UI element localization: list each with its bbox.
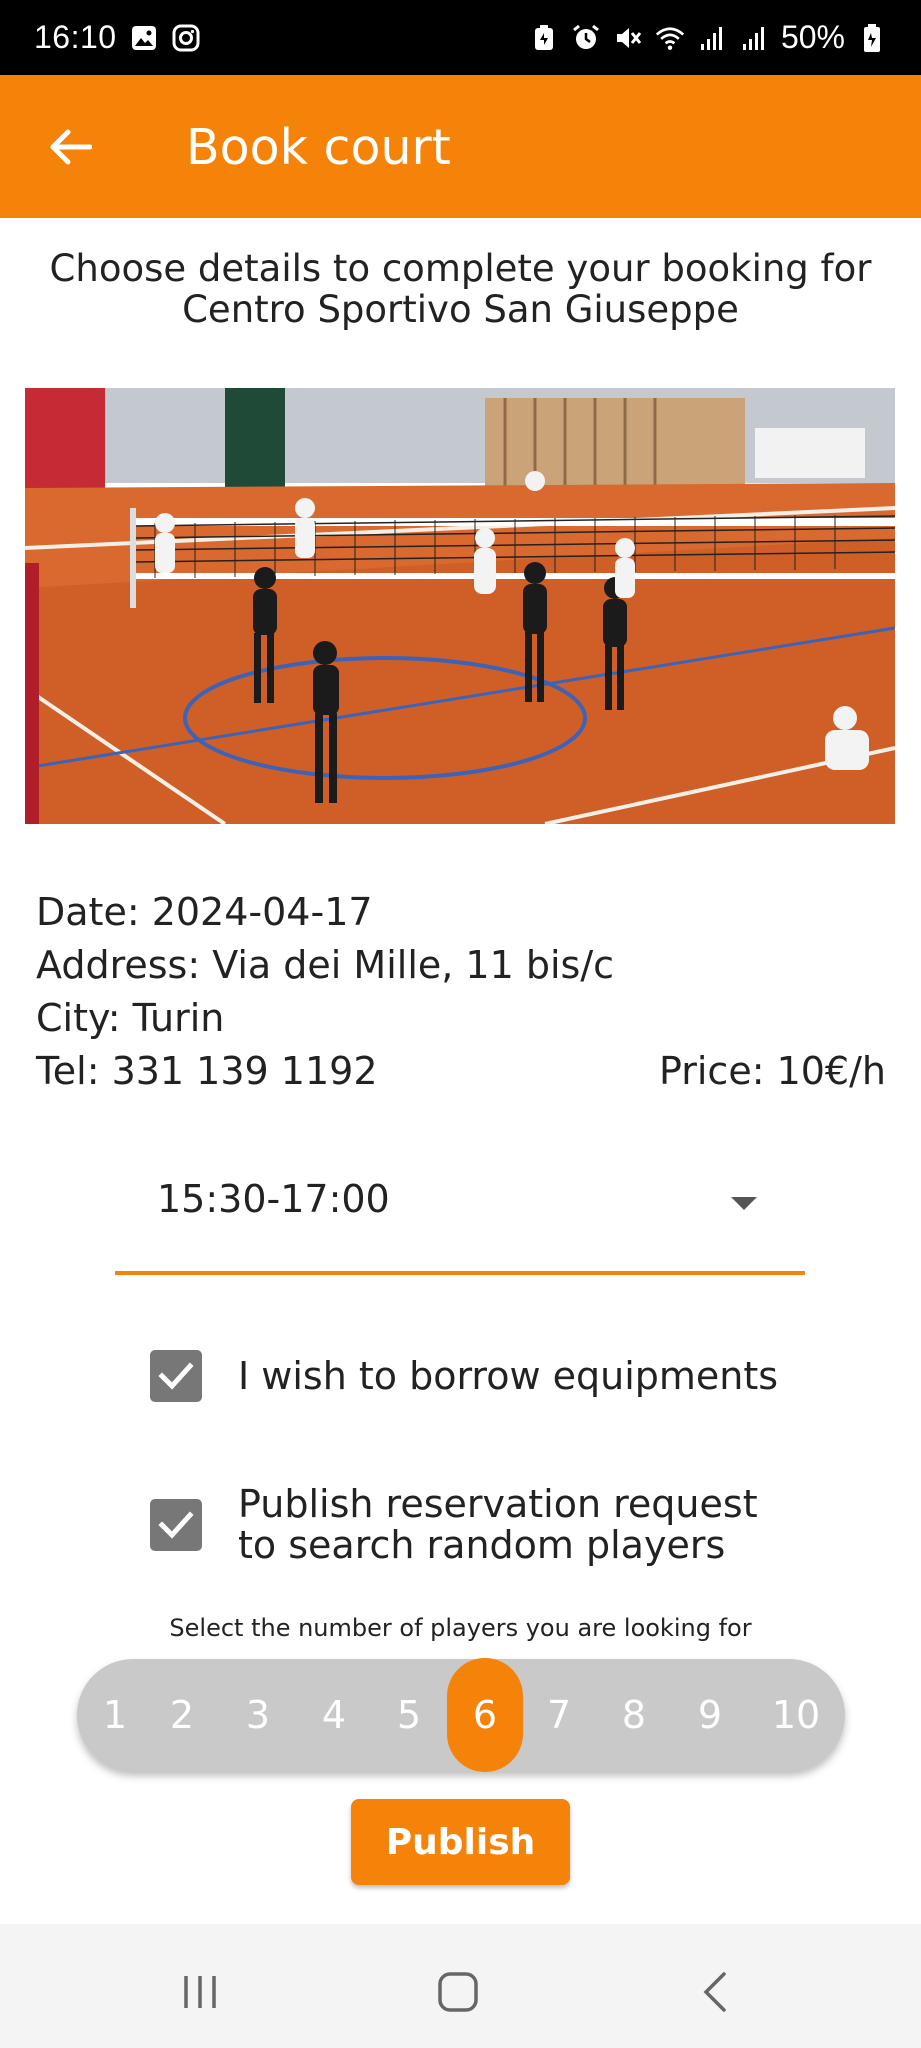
back-button[interactable]: [40, 117, 100, 177]
signal-icon-2: [739, 23, 769, 53]
dropdown-arrow-icon: [731, 1197, 757, 1210]
court-address: Address: Via dei Mille, 11 bis/c: [36, 943, 615, 987]
player-option-2[interactable]: 2: [144, 1659, 220, 1771]
back-icon: [703, 1972, 726, 2012]
home-button[interactable]: [428, 1962, 488, 2022]
recents-icon: [184, 1976, 216, 2008]
player-option-5[interactable]: 5: [371, 1659, 447, 1771]
publish-request-checkbox[interactable]: [150, 1499, 202, 1551]
battery-percent: 50%: [780, 19, 845, 55]
signal-icon: [697, 23, 727, 53]
player-option-10[interactable]: 10: [758, 1659, 834, 1771]
publish-request-label: Publish reservation request to search ra…: [238, 1484, 758, 1566]
alarm-icon: [571, 23, 601, 53]
player-option-6[interactable]: 6: [447, 1658, 523, 1772]
battery-icon: [857, 23, 887, 53]
arrow-back-icon: [50, 129, 92, 165]
players-caption: Select the number of players you are loo…: [169, 1614, 752, 1642]
tel-price-row: Tel: 331 139 1192 Price: 10€/h: [36, 1045, 886, 1098]
player-option-9[interactable]: 9: [672, 1659, 748, 1771]
checkmark-icon: [158, 1511, 194, 1539]
court-photo: [25, 388, 895, 824]
status-bar: 16:10 50%: [0, 0, 921, 75]
home-icon: [438, 1972, 478, 2012]
court-price: Price: 10€/h: [659, 1049, 886, 1093]
court-city: City: Turin: [36, 996, 225, 1040]
players-selector: 1 2 3 4 5 6 7 8 9 10: [77, 1658, 845, 1772]
publish-request-option[interactable]: Publish reservation request to search ra…: [150, 1484, 758, 1566]
system-nav-bar: [0, 1924, 921, 2048]
player-option-1[interactable]: 1: [77, 1659, 153, 1771]
status-time: 16:10: [34, 19, 117, 55]
status-right: 50%: [529, 19, 887, 56]
nav-back-button[interactable]: [686, 1962, 746, 2022]
booking-date: Date: 2024-04-17: [36, 890, 373, 934]
borrow-equipment-label: I wish to borrow equipments: [238, 1353, 779, 1398]
player-option-8[interactable]: 8: [596, 1659, 672, 1771]
page-title: Book court: [186, 119, 451, 176]
gallery-icon: [129, 23, 159, 53]
time-slot-dropdown[interactable]: 15:30-17:00: [115, 1155, 805, 1275]
time-slot-value: 15:30-17:00: [157, 1177, 390, 1221]
recents-button[interactable]: [170, 1962, 230, 2022]
publish-button[interactable]: Publish: [351, 1799, 570, 1885]
status-left: 16:10: [34, 19, 201, 56]
player-option-4[interactable]: 4: [296, 1659, 372, 1771]
court-details: Date: 2024-04-17 Address: Via dei Mille,…: [36, 886, 886, 1098]
mute-icon: [613, 23, 643, 53]
app-bar: Book court: [0, 75, 921, 218]
borrow-equipment-option[interactable]: I wish to borrow equipments: [150, 1350, 778, 1402]
intro-line: Choose details to complete your booking …: [49, 247, 872, 290]
publish-request-label-line2: to search random players: [238, 1523, 726, 1567]
instagram-icon: [171, 23, 201, 53]
checkmark-icon: [158, 1362, 194, 1390]
player-option-7[interactable]: 7: [521, 1659, 597, 1771]
wifi-icon: [655, 23, 685, 53]
court-phone[interactable]: Tel: 331 139 1192: [36, 1045, 378, 1098]
court-name: Centro Sportivo San Giuseppe: [182, 288, 739, 331]
publish-request-label-line1: Publish reservation request: [238, 1482, 758, 1526]
booking-intro: Choose details to complete your booking …: [0, 248, 921, 330]
player-option-3[interactable]: 3: [220, 1659, 296, 1771]
battery-saver-icon: [529, 23, 559, 53]
borrow-equipment-checkbox[interactable]: [150, 1350, 202, 1402]
